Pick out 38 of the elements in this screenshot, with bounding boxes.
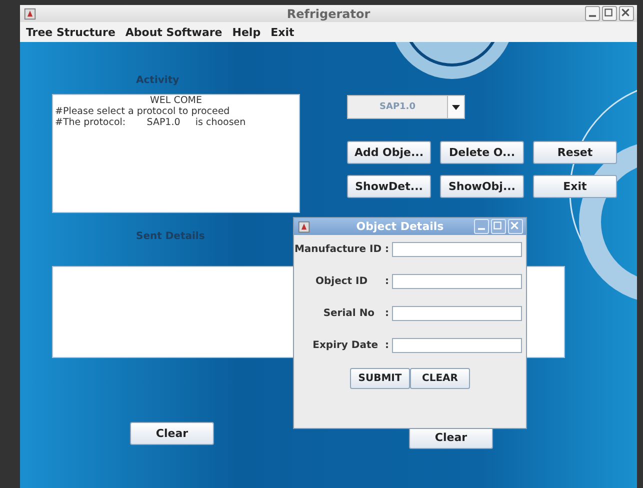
minimize-icon: [589, 15, 596, 17]
input-field[interactable]: [392, 306, 522, 321]
activity-label: Activity: [136, 75, 180, 86]
menu-item[interactable]: Exit: [270, 26, 294, 38]
app-icon: [24, 8, 36, 20]
app-icon: [298, 220, 310, 232]
dialog-title: Object Details: [355, 220, 445, 233]
field-label: Serial No :: [323, 308, 389, 319]
action-button[interactable]: ShowObj...: [440, 175, 524, 198]
caret-icon: [452, 104, 460, 110]
maximize-icon: [603, 7, 614, 18]
action-button[interactable]: Delete O...: [440, 141, 524, 164]
activity-log: WEL COME #Please select a protocol to proceed #The protocol: SAP1.0 is choosen: [52, 94, 300, 213]
maximize-icon: [492, 220, 503, 231]
input-field[interactable]: [392, 242, 522, 257]
field-label: Manufacture ID :: [294, 244, 389, 255]
menu-item[interactable]: Help: [232, 26, 261, 38]
minimize-button[interactable]: [585, 6, 600, 21]
action-button[interactable]: Exit: [533, 175, 617, 198]
action-button[interactable]: ShowDet...: [347, 175, 431, 198]
close-icon: [509, 220, 520, 231]
menu-item[interactable]: Tree Structure: [26, 26, 116, 38]
input-field[interactable]: [392, 274, 522, 289]
input-field[interactable]: [392, 338, 522, 353]
action-button[interactable]: Reset: [533, 141, 617, 164]
action-button[interactable]: Add Obje...: [347, 141, 431, 164]
clear-button[interactable]: Clear: [130, 422, 214, 445]
close-button[interactable]: [619, 6, 634, 21]
field-label: Expiry Date :: [312, 340, 389, 351]
minimize-icon: [478, 228, 485, 230]
field-label: Object ID :: [316, 276, 389, 287]
maximize-button[interactable]: [602, 6, 617, 21]
window-title: Refrigerator: [286, 6, 372, 20]
menu-item[interactable]: About Software: [125, 26, 222, 38]
dialog-button[interactable]: CLEAR: [410, 368, 470, 389]
dialog-button[interactable]: SUBMIT: [350, 368, 410, 389]
close-icon: [620, 7, 631, 18]
sent-details-label: Sent Details: [136, 231, 205, 242]
